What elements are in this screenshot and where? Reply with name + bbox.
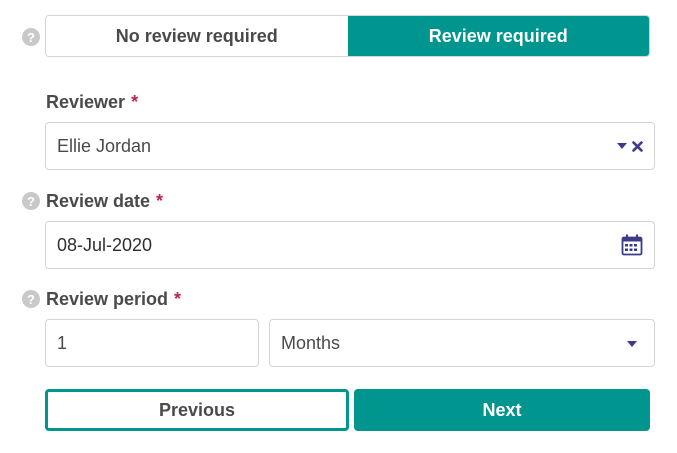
reviewer-value: Ellie Jordan [57,135,152,156]
caret-down-icon[interactable] [627,341,637,347]
review-date-value: 08-Jul-2020 [57,234,153,255]
required-mark: * [174,289,182,309]
previous-button[interactable]: Previous [45,389,349,431]
close-icon[interactable] [632,141,643,152]
no-review-required-option[interactable]: No review required [46,16,348,56]
required-mark: * [131,92,139,112]
reviewer-label: Reviewer * [46,92,138,113]
required-mark: * [156,191,164,211]
review-period-amount-value: 1 [57,332,68,353]
review-date-input[interactable]: 08-Jul-2020 [45,221,655,269]
calendar-icon[interactable] [621,234,643,256]
review-period-unit-select[interactable]: Months [269,319,655,367]
help-icon[interactable]: ? [22,192,40,210]
reviewer-select[interactable]: Ellie Jordan [45,122,655,170]
caret-down-icon[interactable] [617,143,627,149]
reviewer-label-text: Reviewer [46,92,126,112]
review-period-label: Review period * [46,289,181,310]
review-period-amount-input[interactable]: 1 [45,319,259,367]
review-toggle: No review required Review required [45,15,650,57]
help-icon[interactable]: ? [22,290,40,308]
help-icon[interactable]: ? [22,28,40,46]
review-date-label: Review date * [46,191,163,212]
review-date-label-text: Review date [46,191,151,211]
review-period-unit-value: Months [281,332,341,353]
next-button[interactable]: Next [354,389,650,431]
review-required-option[interactable]: Review required [347,16,649,56]
review-period-label-text: Review period [46,289,169,309]
